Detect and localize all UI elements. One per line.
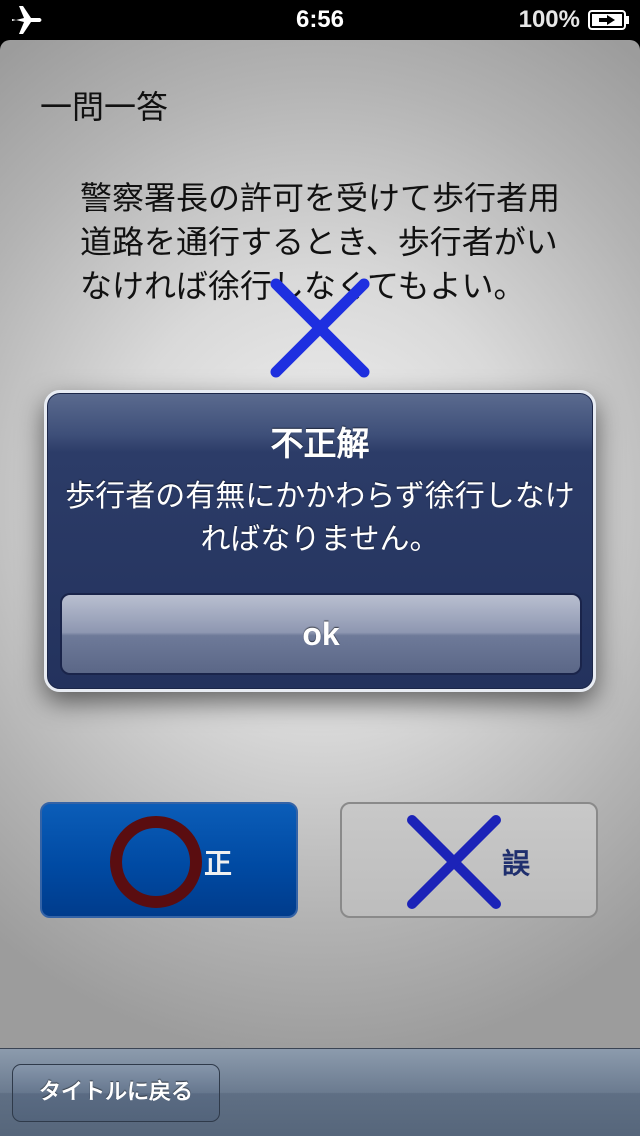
circle-mark-icon [110,816,202,908]
answer-wrong-label: 誤 [502,847,531,880]
status-bar: 6:56 100% [0,0,640,40]
alert-message: 歩行者の有無にかかわらず徐行しなければなりません。 [65,479,575,557]
battery-charging-icon [588,10,629,30]
wrong-x-mark-icon [270,278,370,378]
answer-correct-button[interactable]: 正 [40,802,298,918]
back-to-title-button[interactable]: タイトルに戻る [12,1064,220,1122]
answer-correct-label: 正 [204,847,233,880]
result-alert-dialog: 不正解 歩行者の有無にかかわらず徐行しなければなりません。 ok [44,390,596,692]
alert-title: 不正解 [270,424,370,463]
battery-percent: 100% [518,6,580,33]
screen-title: 一問一答 [40,88,169,126]
bottom-toolbar: タイトルに戻る [0,1048,640,1136]
alert-ok-button[interactable]: ok [60,593,582,675]
x-mark-icon [407,815,501,909]
answer-wrong-button[interactable]: 誤 [340,802,598,918]
